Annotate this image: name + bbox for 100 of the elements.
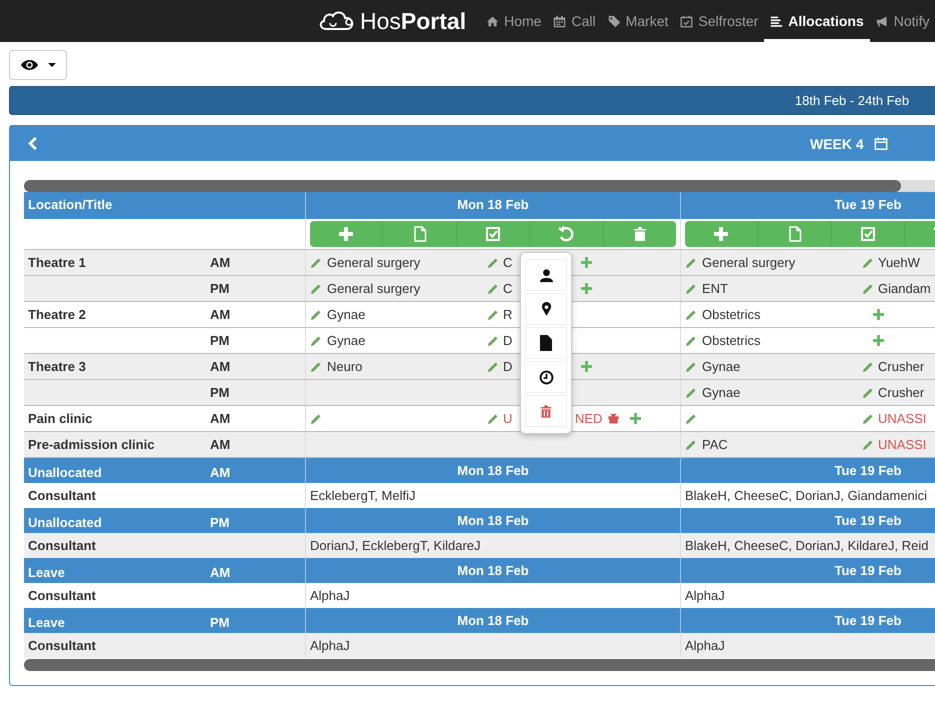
calendar-icon xyxy=(553,14,566,28)
previous-week-button[interactable] xyxy=(28,136,38,151)
add-icon[interactable] xyxy=(873,309,884,320)
plus-icon xyxy=(713,226,730,242)
add-icon[interactable] xyxy=(630,413,642,424)
assignee-text: YuehW xyxy=(878,255,920,270)
pencil-icon[interactable] xyxy=(862,438,874,450)
pencil-icon[interactable] xyxy=(685,386,697,398)
pencil-icon[interactable] xyxy=(862,256,874,268)
day-header: Mon 18 Feb xyxy=(305,508,680,533)
pencil-icon[interactable] xyxy=(487,360,499,372)
undo-button[interactable] xyxy=(529,221,603,247)
nav-link[interactable]: Call xyxy=(547,0,602,42)
specialty-text: Gynae xyxy=(702,359,740,374)
pencil-icon[interactable] xyxy=(487,334,499,346)
add-icon[interactable] xyxy=(581,283,592,294)
pencil-icon[interactable] xyxy=(310,308,322,320)
nav-link[interactable]: Allocations xyxy=(764,0,870,42)
specialty-text: Gynae xyxy=(327,307,366,322)
calendar-check-icon xyxy=(680,14,694,28)
specialty-text: Obstetrics xyxy=(702,307,761,322)
calendar-icon xyxy=(874,136,888,151)
role-label: Consultant xyxy=(28,488,96,503)
summary-title: Leave xyxy=(28,565,66,580)
nav-link[interactable]: Selfroster xyxy=(674,0,764,42)
checkbox-icon xyxy=(485,226,502,242)
assignee-text: C xyxy=(503,281,512,296)
assignee-text: C xyxy=(503,255,512,270)
pencil-icon[interactable] xyxy=(685,308,697,320)
add-icon[interactable] xyxy=(581,361,592,372)
assignee-text: UNASSI xyxy=(878,411,926,426)
megaphone-icon xyxy=(876,14,889,28)
pencil-icon[interactable] xyxy=(685,438,697,450)
document-icon xyxy=(540,335,552,351)
pencil-icon[interactable] xyxy=(487,308,499,320)
specialty-text: ENT xyxy=(702,281,728,296)
session-label: PM xyxy=(210,333,230,348)
summary-title: Leave xyxy=(28,615,66,630)
pencil-icon[interactable] xyxy=(310,334,322,346)
approve-button[interactable] xyxy=(830,221,904,247)
specialty-text: PAC xyxy=(702,437,728,452)
calendar-button[interactable] xyxy=(874,136,888,151)
assign-person-button[interactable] xyxy=(525,259,567,291)
day-header: Mon 18 Feb xyxy=(305,192,680,219)
assignee-text: R xyxy=(503,307,512,322)
pencil-icon[interactable] xyxy=(862,282,874,294)
pencil-icon[interactable] xyxy=(685,412,697,424)
add-button[interactable] xyxy=(685,221,758,247)
add-button[interactable] xyxy=(310,221,382,247)
assignee-text: UNASSI xyxy=(878,437,926,452)
pencil-icon[interactable] xyxy=(310,360,322,372)
home-icon xyxy=(486,14,500,28)
session-label: AM xyxy=(210,411,230,426)
pencil-icon[interactable] xyxy=(487,256,499,268)
nav-link[interactable]: Market xyxy=(602,0,674,42)
nav-link[interactable]: Home xyxy=(480,0,548,42)
pencil-icon[interactable] xyxy=(487,412,499,424)
day-header: Mon 18 Feb xyxy=(305,558,680,583)
pencil-icon[interactable] xyxy=(310,282,322,294)
specialty-text: Neuro xyxy=(327,359,362,374)
pencil-icon[interactable] xyxy=(685,334,697,346)
caret-icon xyxy=(48,63,56,67)
assignee-text: Crusher xyxy=(878,359,924,374)
view-dropdown-button[interactable] xyxy=(9,50,67,80)
session-label: AM xyxy=(210,307,230,322)
pencil-icon[interactable] xyxy=(685,282,697,294)
pencil-icon[interactable] xyxy=(685,256,697,268)
assignee-text: Giandam xyxy=(878,281,931,296)
date-range-label: 18th Feb - 24th Feb xyxy=(794,93,910,108)
add-icon[interactable] xyxy=(873,335,884,346)
day-header: Tue 19 Feb xyxy=(680,458,935,483)
pencil-icon[interactable] xyxy=(310,412,322,424)
session-label: AM xyxy=(210,465,230,480)
week-label: WEEK 4 xyxy=(810,136,864,152)
time-button[interactable] xyxy=(525,361,567,393)
summary-title: Unallocated xyxy=(28,515,103,530)
pencil-icon[interactable] xyxy=(685,360,697,372)
approve-button[interactable] xyxy=(456,221,530,247)
pencil-icon[interactable] xyxy=(310,256,322,268)
session-label: AM xyxy=(210,359,230,374)
delete-button[interactable] xyxy=(602,221,676,247)
pencil-icon[interactable] xyxy=(862,360,874,372)
assignee-text: D xyxy=(503,359,512,374)
map-pin-icon xyxy=(540,302,552,316)
location-button[interactable] xyxy=(525,293,567,325)
session-label: AM xyxy=(210,565,230,580)
assignee-text: U xyxy=(503,411,512,426)
session-label: PM xyxy=(210,281,230,296)
specialty-text: General surgery xyxy=(327,255,420,270)
column-header: Location/Title xyxy=(24,192,305,219)
pencil-icon[interactable] xyxy=(487,282,499,294)
pencil-icon[interactable] xyxy=(862,412,874,424)
nav-link[interactable]: Notify xyxy=(870,0,935,42)
day-header: Tue 19 Feb xyxy=(680,508,935,533)
add-icon[interactable] xyxy=(581,257,592,268)
trash-icon xyxy=(632,226,648,242)
day-header: Tue 19 Feb xyxy=(680,192,935,219)
location-name: Theatre 3 xyxy=(28,359,87,374)
plus-icon xyxy=(338,226,354,242)
pencil-icon[interactable] xyxy=(862,386,874,398)
